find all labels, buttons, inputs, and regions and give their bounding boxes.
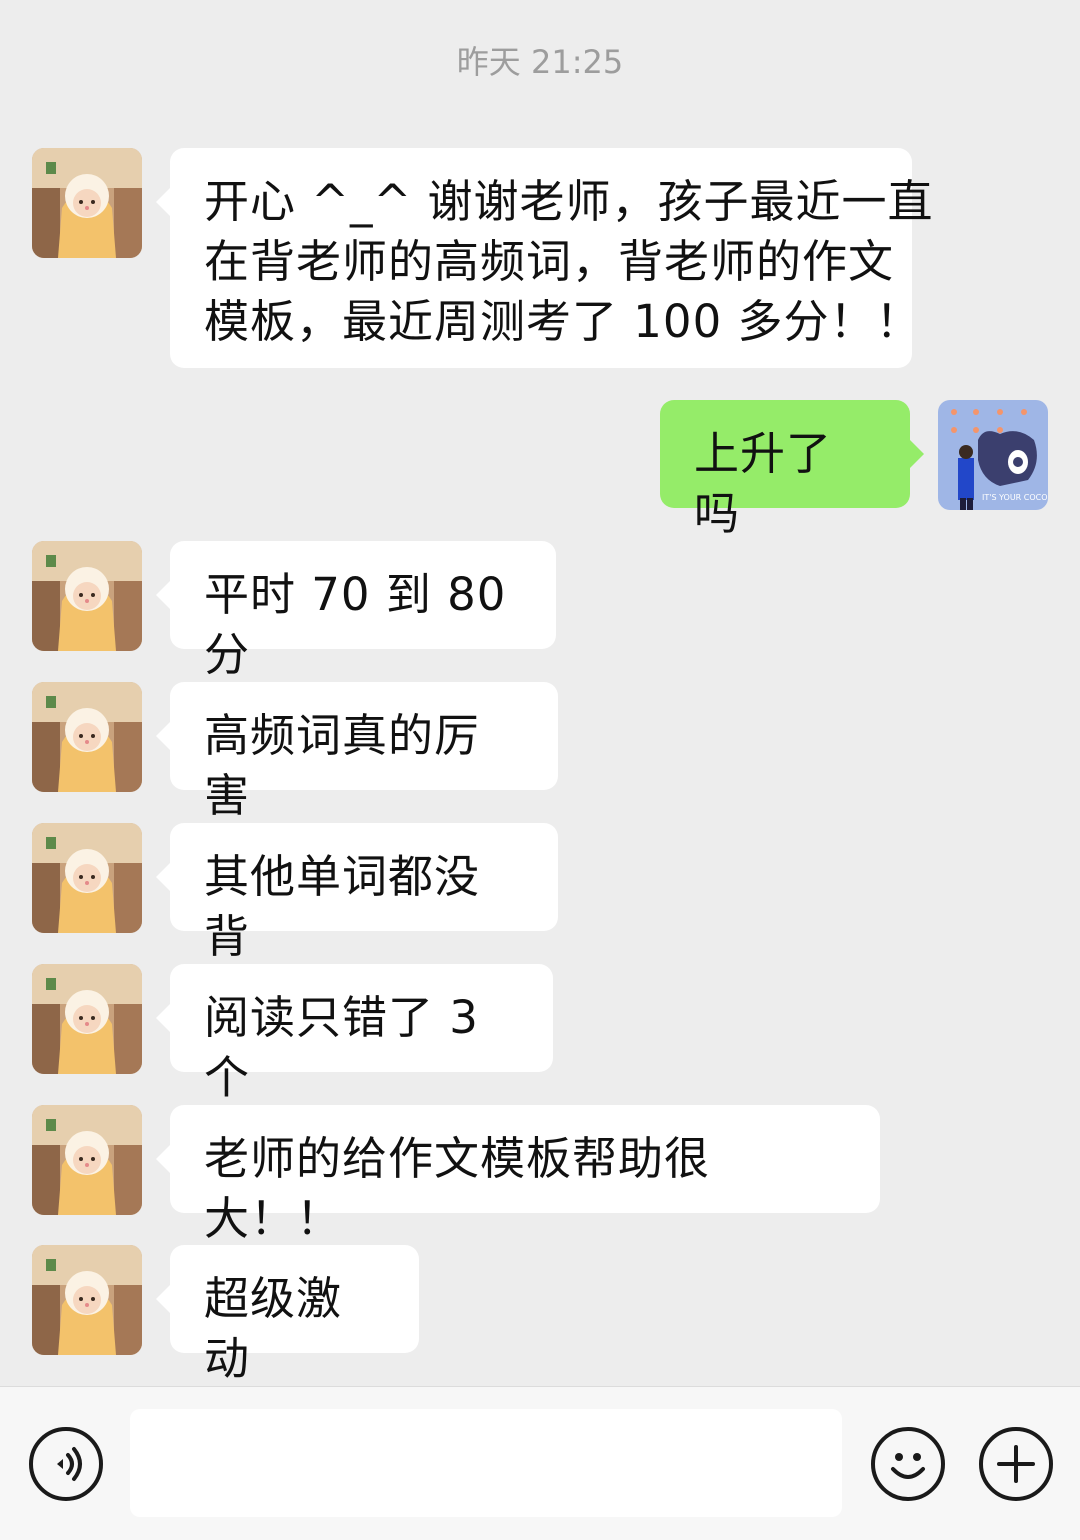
message-bubble[interactable]: 高频词真的厉害 (156, 682, 558, 822)
voice-icon (57, 1447, 82, 1481)
message-text: 超级激动 (204, 1272, 343, 1385)
message-bubble[interactable]: 上升了吗 (660, 400, 924, 540)
message-bubble[interactable]: 阅读只错了 3 个 (156, 964, 553, 1104)
contact-avatar[interactable] (32, 964, 142, 1074)
message-bubble[interactable]: 老师的给作文模板帮助很大！！ (156, 1105, 880, 1245)
voice-button[interactable] (29, 1427, 103, 1501)
message-text: 其他单词都没背 (204, 850, 481, 963)
contact-avatar[interactable] (32, 541, 142, 651)
message-text: 阅读只错了 3 个 (204, 991, 479, 1104)
input-bar (0, 1386, 1080, 1540)
message-bubble[interactable]: 平时 70 到 80 分 (156, 541, 556, 681)
emoji-icon (891, 1453, 925, 1479)
message-text: 开心 ^_^ 谢谢老师，孩子最近一直 在背老师的高频词，背老师的作文 模板，最近… (204, 175, 934, 348)
message-text: 上升了吗 (694, 427, 833, 540)
message-input[interactable] (130, 1409, 842, 1517)
timestamp: 昨天 21:25 (456, 43, 624, 81)
message-text: 老师的给作文模板帮助很大！！ (204, 1132, 711, 1245)
plus-button[interactable] (979, 1427, 1053, 1501)
message-bubble[interactable]: 开心 ^_^ 谢谢老师，孩子最近一直 在背老师的高频词，背老师的作文 模板，最近… (156, 148, 934, 368)
contact-avatar[interactable] (32, 682, 142, 792)
avatar-caption: IT'S YOUR COCO (982, 493, 1048, 502)
contact-avatar[interactable] (32, 1245, 142, 1355)
message-bubble[interactable]: 其他单词都没背 (156, 823, 558, 963)
my-avatar[interactable]: IT'S YOUR COCO (938, 400, 1048, 510)
emoji-button[interactable] (871, 1427, 945, 1501)
message-text: 高频词真的厉害 (204, 709, 481, 822)
contact-avatar[interactable] (32, 823, 142, 933)
message-text: 平时 70 到 80 分 (204, 568, 507, 681)
plus-icon (997, 1445, 1035, 1483)
contact-avatar[interactable] (32, 1105, 142, 1215)
message-bubble[interactable]: 超级激动 (156, 1245, 419, 1385)
contact-avatar[interactable] (32, 148, 142, 258)
